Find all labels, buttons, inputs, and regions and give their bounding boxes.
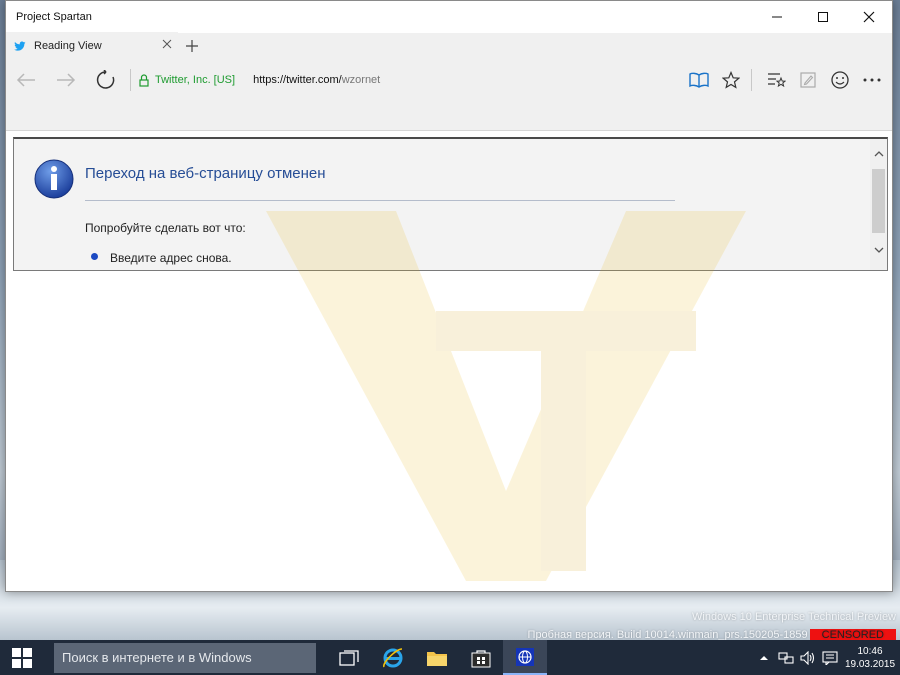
back-arrow-icon [16, 73, 35, 87]
chevron-up-icon [760, 655, 768, 660]
scroll-up-button[interactable] [870, 147, 887, 161]
system-tray: 10:46 19.03.2015 [752, 640, 900, 675]
store-icon [471, 649, 491, 667]
hub-icon [768, 73, 786, 88]
nav-separator [130, 69, 131, 91]
close-button[interactable] [846, 1, 892, 33]
internet-explorer-taskbar-button[interactable] [371, 640, 415, 675]
url-host: https://twitter.com/ [253, 74, 342, 86]
file-explorer-taskbar-button[interactable] [415, 640, 459, 675]
edition-text: Windows 10 Enterprise Technical Preview [692, 611, 896, 623]
maximize-icon [818, 12, 828, 22]
refresh-icon [96, 70, 115, 89]
taskbar-search-box[interactable]: Поиск в интернете и в Windows [54, 642, 316, 673]
toolbar-spacer [6, 99, 892, 131]
taskbar-clock[interactable]: 10:46 19.03.2015 [840, 645, 900, 671]
refresh-button[interactable] [86, 61, 126, 99]
window-controls [754, 1, 892, 33]
clock-date: 19.03.2015 [844, 658, 896, 670]
store-taskbar-button[interactable] [459, 640, 503, 675]
navigation-bar: Twitter, Inc. [US] https://twitter.com/w… [6, 61, 892, 99]
close-icon [863, 11, 875, 23]
pen-note-icon [800, 72, 816, 88]
toolbar-right [681, 61, 886, 99]
scroll-thumb[interactable] [872, 169, 885, 233]
certificate-label: Twitter, Inc. [US] [155, 74, 236, 86]
task-view-button[interactable] [327, 640, 371, 675]
spartan-taskbar-button[interactable] [503, 640, 547, 675]
scroll-down-button[interactable] [870, 243, 887, 257]
speaker-icon [800, 650, 815, 665]
certificate-info[interactable]: Twitter, Inc. [US] [139, 73, 236, 87]
show-hidden-icons-button[interactable] [754, 640, 774, 675]
clock-time: 10:46 [857, 645, 883, 657]
twitter-bird-icon [14, 41, 26, 51]
network-icon [778, 651, 794, 664]
vertical-scrollbar[interactable] [870, 139, 887, 270]
maximize-button[interactable] [800, 1, 846, 33]
search-placeholder: Поиск в интернете и в Windows [62, 650, 252, 665]
folder-icon [427, 651, 447, 666]
network-tray-button[interactable] [776, 640, 796, 675]
book-icon [689, 72, 709, 88]
volume-tray-button[interactable] [798, 640, 818, 675]
ellipsis-icon [863, 78, 881, 82]
feedback-button[interactable] [826, 61, 854, 99]
web-note-button[interactable] [794, 61, 822, 99]
bullet-icon [91, 253, 98, 260]
windows-build-watermark: Windows 10 Enterprise Technical Preview … [528, 608, 896, 644]
tab-close-button[interactable] [162, 39, 172, 52]
chevron-down-icon [874, 247, 883, 253]
error-title: Переход на веб-страницу отменен [85, 165, 326, 182]
windows-logo-icon [12, 647, 32, 668]
tab-bar: Reading View [6, 32, 892, 61]
task-view-icon [339, 649, 359, 666]
error-suggestion-heading: Попробуйте сделать вот что: [85, 221, 246, 235]
lock-icon [139, 73, 149, 87]
minimize-icon [772, 16, 782, 18]
toolbar-separator [751, 69, 752, 91]
forward-arrow-icon [57, 73, 76, 87]
address-bar[interactable]: https://twitter.com/wzornet [253, 74, 380, 86]
info-icon [34, 159, 74, 204]
start-button[interactable] [0, 640, 44, 675]
back-button[interactable] [6, 61, 46, 99]
new-tab-button[interactable] [178, 32, 206, 60]
globe-icon [516, 647, 534, 666]
error-suggestion-item: Введите адрес снова. [110, 251, 232, 265]
chevron-up-icon [874, 151, 883, 157]
minimize-button[interactable] [754, 1, 800, 33]
tab-label: Reading View [34, 40, 102, 52]
notification-icon [822, 650, 838, 665]
internet-explorer-icon [383, 647, 403, 667]
more-button[interactable] [858, 61, 886, 99]
plus-icon [186, 40, 198, 52]
action-center-button[interactable] [820, 640, 840, 675]
star-icon [722, 71, 740, 89]
watermark-logo [266, 211, 746, 581]
forward-button[interactable] [46, 61, 86, 99]
window-title: Project Spartan [16, 11, 92, 23]
favorites-button[interactable] [717, 61, 745, 99]
close-icon [162, 39, 172, 49]
reading-view-button[interactable] [685, 61, 713, 99]
tab-reading-view[interactable]: Reading View [6, 32, 178, 60]
smiley-icon [831, 71, 849, 89]
taskbar: Поиск в интернете и в Windows 10:46 19.0… [0, 640, 900, 675]
page-content: Переход на веб-страницу отменен Попробуй… [6, 131, 892, 591]
title-bar[interactable]: Project Spartan [6, 1, 892, 33]
hub-button[interactable] [762, 61, 790, 99]
url-path: wzornet [341, 74, 381, 86]
browser-window: Project Spartan Reading View Twitter, In… [5, 0, 893, 592]
